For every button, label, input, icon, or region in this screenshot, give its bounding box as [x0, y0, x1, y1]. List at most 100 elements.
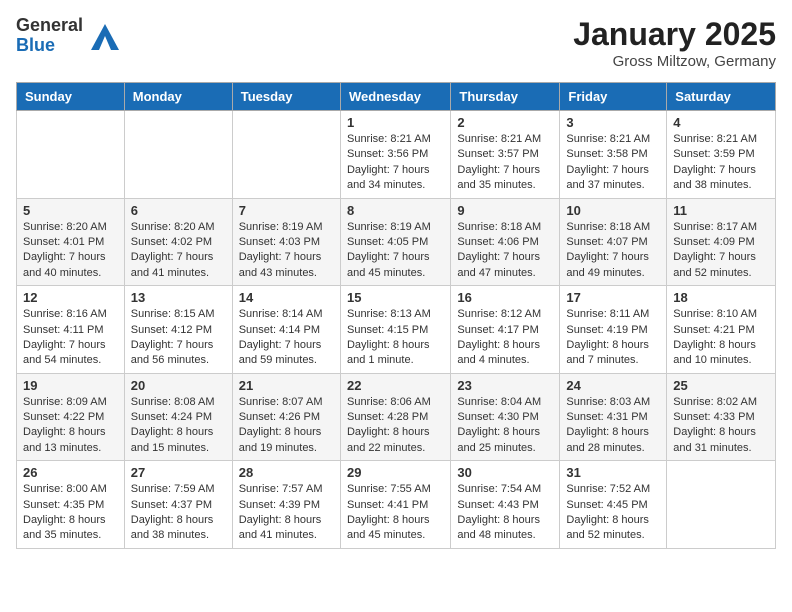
calendar-week-row: 12Sunrise: 8:16 AM Sunset: 4:11 PM Dayli…: [17, 286, 776, 374]
day-info: Sunrise: 8:15 AM Sunset: 4:12 PM Dayligh…: [131, 307, 226, 369]
day-number: 13: [131, 290, 226, 305]
calendar-cell: [124, 111, 232, 199]
day-number: 7: [239, 203, 334, 218]
calendar-cell: 20 Sunrise: 8:08 AM Sunset: 4:24 PM Dayli…: [124, 373, 232, 461]
calendar-cell: 24Sunrise: 8:03 AM Sunset: 4:31 PM Dayli…: [560, 373, 667, 461]
calendar-cell: 23Sunrise: 8:04 AM Sunset: 4:30 PM Dayli…: [451, 373, 560, 461]
day-info: Sunrise: 8:06 AM Sunset: 4:28 PM Dayligh…: [347, 395, 444, 457]
calendar-cell: 18 Sunrise: 8:10 AM Sunset: 4:21 PM Dayli…: [667, 286, 776, 374]
calendar-cell: 28 Sunrise: 7:57 AM Sunset: 4:39 PM Dayli…: [232, 461, 340, 549]
weekday-header: Saturday: [667, 83, 776, 111]
day-number: 1: [347, 115, 444, 130]
weekday-header: Friday: [560, 83, 667, 111]
calendar-cell: 8 Sunrise: 8:19 AM Sunset: 4:05 PM Daylig…: [340, 198, 450, 286]
day-info: Sunrise: 8:14 AM Sunset: 4:14 PM Dayligh…: [239, 307, 334, 369]
day-info: Sunrise: 8:20 AM Sunset: 4:02 PM Dayligh…: [131, 220, 226, 282]
day-info: Sunrise: 7:59 AM Sunset: 4:37 PM Dayligh…: [131, 482, 226, 544]
day-info: Sunrise: 8:12 AM Sunset: 4:17 PM Dayligh…: [457, 307, 553, 369]
day-number: 8: [347, 203, 444, 218]
day-info: Sunrise: 8:03 AM Sunset: 4:31 PM Dayligh…: [566, 395, 660, 457]
day-info: Sunrise: 7:52 AM Sunset: 4:45 PM Dayligh…: [566, 482, 660, 544]
day-info: Sunrise: 8:21 AM Sunset: 3:59 PM Dayligh…: [673, 132, 769, 194]
calendar-cell: 1 Sunrise: 8:21 AM Sunset: 3:56 PM Daylig…: [340, 111, 450, 199]
day-number: 19: [23, 378, 118, 393]
day-number: 9: [457, 203, 553, 218]
day-info: Sunrise: 8:10 AM Sunset: 4:21 PM Dayligh…: [673, 307, 769, 369]
calendar-cell: 7Sunrise: 8:19 AM Sunset: 4:03 PM Daylig…: [232, 198, 340, 286]
day-number: 2: [457, 115, 553, 130]
day-info: Sunrise: 8:02 AM Sunset: 4:33 PM Dayligh…: [673, 395, 769, 457]
calendar-cell: 31 Sunrise: 7:52 AM Sunset: 4:45 PM Dayli…: [560, 461, 667, 549]
day-info: Sunrise: 7:55 AM Sunset: 4:41 PM Dayligh…: [347, 482, 444, 544]
day-number: 4: [673, 115, 769, 130]
logo-text-blue: Blue: [16, 36, 55, 56]
day-number: 11: [673, 203, 769, 218]
day-number: 27: [131, 465, 226, 480]
day-number: 22: [347, 378, 444, 393]
calendar-cell: 30 Sunrise: 7:54 AM Sunset: 4:43 PM Dayli…: [451, 461, 560, 549]
day-number: 28: [239, 465, 334, 480]
day-info: Sunrise: 8:20 AM Sunset: 4:01 PM Dayligh…: [23, 220, 118, 282]
day-number: 18: [673, 290, 769, 305]
calendar-week-row: 26 Sunrise: 8:00 AM Sunset: 4:35 PM Dayli…: [17, 461, 776, 549]
calendar-cell: 6 Sunrise: 8:20 AM Sunset: 4:02 PM Daylig…: [124, 198, 232, 286]
day-number: 5: [23, 203, 118, 218]
calendar-week-row: 5 Sunrise: 8:20 AM Sunset: 4:01 PM Daylig…: [17, 198, 776, 286]
calendar-cell: 2 Sunrise: 8:21 AM Sunset: 3:57 PM Daylig…: [451, 111, 560, 199]
calendar-week-row: 19Sunrise: 8:09 AM Sunset: 4:22 PM Dayli…: [17, 373, 776, 461]
calendar-cell: 26 Sunrise: 8:00 AM Sunset: 4:35 PM Dayli…: [17, 461, 125, 549]
calendar-cell: 29Sunrise: 7:55 AM Sunset: 4:41 PM Dayli…: [340, 461, 450, 549]
weekday-header: Tuesday: [232, 83, 340, 111]
calendar-cell: 14Sunrise: 8:14 AM Sunset: 4:14 PM Dayli…: [232, 286, 340, 374]
month-title: January 2025: [573, 16, 776, 53]
calendar-table: SundayMondayTuesdayWednesdayThursdayFrid…: [16, 82, 776, 549]
calendar-cell: [17, 111, 125, 199]
weekday-header-row: SundayMondayTuesdayWednesdayThursdayFrid…: [17, 83, 776, 111]
day-number: 21: [239, 378, 334, 393]
day-number: 25: [673, 378, 769, 393]
calendar-cell: [667, 461, 776, 549]
calendar-cell: 5 Sunrise: 8:20 AM Sunset: 4:01 PM Daylig…: [17, 198, 125, 286]
day-info: Sunrise: 7:54 AM Sunset: 4:43 PM Dayligh…: [457, 482, 553, 544]
day-info: Sunrise: 8:08 AM Sunset: 4:24 PM Dayligh…: [131, 395, 226, 457]
calendar-week-row: 1 Sunrise: 8:21 AM Sunset: 3:56 PM Daylig…: [17, 111, 776, 199]
calendar-cell: 22 Sunrise: 8:06 AM Sunset: 4:28 PM Dayli…: [340, 373, 450, 461]
day-info: Sunrise: 8:21 AM Sunset: 3:56 PM Dayligh…: [347, 132, 444, 194]
day-number: 30: [457, 465, 553, 480]
day-info: Sunrise: 8:11 AM Sunset: 4:19 PM Dayligh…: [566, 307, 660, 369]
day-info: Sunrise: 8:13 AM Sunset: 4:15 PM Dayligh…: [347, 307, 444, 369]
calendar-cell: 4 Sunrise: 8:21 AM Sunset: 3:59 PM Daylig…: [667, 111, 776, 199]
day-info: Sunrise: 8:17 AM Sunset: 4:09 PM Dayligh…: [673, 220, 769, 282]
weekday-header: Wednesday: [340, 83, 450, 111]
day-number: 15: [347, 290, 444, 305]
title-block: January 2025 Gross Miltzow, Germany: [573, 16, 776, 70]
day-number: 17: [566, 290, 660, 305]
calendar-cell: 19Sunrise: 8:09 AM Sunset: 4:22 PM Dayli…: [17, 373, 125, 461]
day-number: 26: [23, 465, 118, 480]
weekday-header: Monday: [124, 83, 232, 111]
calendar-cell: 9Sunrise: 8:18 AM Sunset: 4:06 PM Daylig…: [451, 198, 560, 286]
calendar-cell: [232, 111, 340, 199]
logo-icon: [87, 18, 123, 54]
page-header: General Blue January 2025 Gross Miltzow,…: [16, 16, 776, 70]
calendar-cell: 15 Sunrise: 8:13 AM Sunset: 4:15 PM Dayli…: [340, 286, 450, 374]
day-info: Sunrise: 8:21 AM Sunset: 3:58 PM Dayligh…: [566, 132, 660, 194]
calendar-cell: 12Sunrise: 8:16 AM Sunset: 4:11 PM Dayli…: [17, 286, 125, 374]
day-info: Sunrise: 8:18 AM Sunset: 4:07 PM Dayligh…: [566, 220, 660, 282]
day-number: 31: [566, 465, 660, 480]
logo-text-general: General: [16, 16, 83, 36]
day-info: Sunrise: 7:57 AM Sunset: 4:39 PM Dayligh…: [239, 482, 334, 544]
day-number: 20: [131, 378, 226, 393]
day-info: Sunrise: 8:21 AM Sunset: 3:57 PM Dayligh…: [457, 132, 553, 194]
calendar-cell: 3Sunrise: 8:21 AM Sunset: 3:58 PM Daylig…: [560, 111, 667, 199]
day-info: Sunrise: 8:00 AM Sunset: 4:35 PM Dayligh…: [23, 482, 118, 544]
day-number: 10: [566, 203, 660, 218]
day-number: 6: [131, 203, 226, 218]
calendar-cell: 13 Sunrise: 8:15 AM Sunset: 4:12 PM Dayli…: [124, 286, 232, 374]
day-info: Sunrise: 8:19 AM Sunset: 4:05 PM Dayligh…: [347, 220, 444, 282]
day-info: Sunrise: 8:07 AM Sunset: 4:26 PM Dayligh…: [239, 395, 334, 457]
calendar-cell: 11 Sunrise: 8:17 AM Sunset: 4:09 PM Dayli…: [667, 198, 776, 286]
day-number: 12: [23, 290, 118, 305]
logo: General Blue: [16, 16, 123, 56]
day-number: 23: [457, 378, 553, 393]
